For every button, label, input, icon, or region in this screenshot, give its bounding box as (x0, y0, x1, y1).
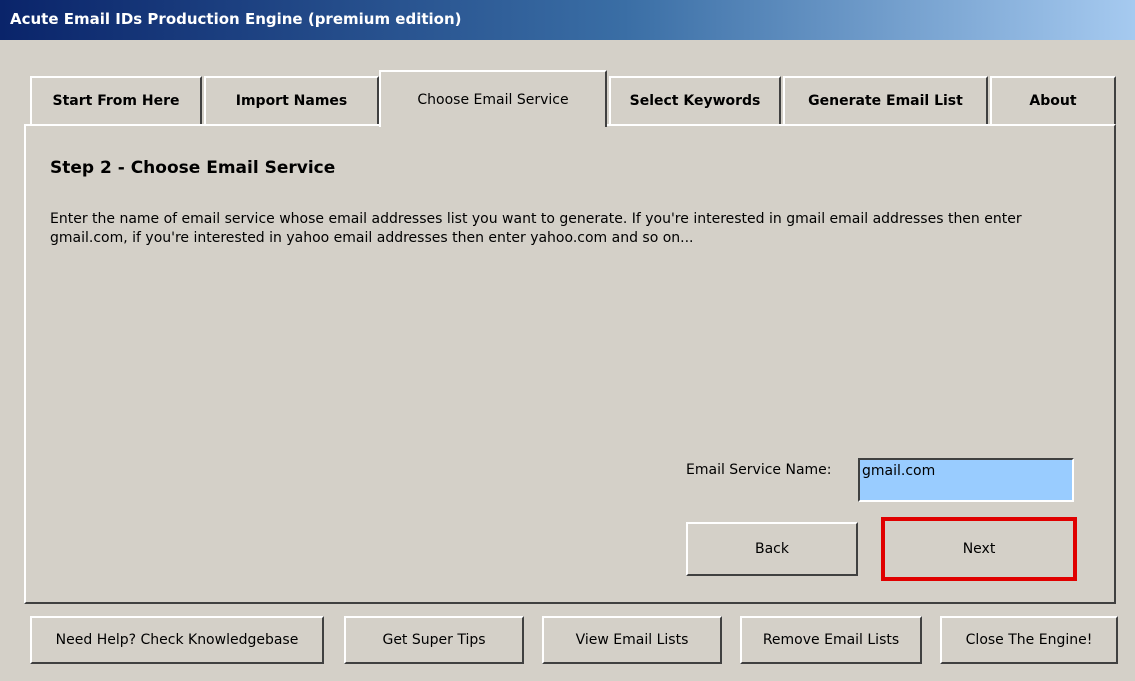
tab-label: Select Keywords (629, 93, 761, 109)
step-description: Enter the name of email service whose em… (50, 211, 1022, 246)
tab-label: Import Names (235, 93, 348, 109)
email-service-label: Email Service Name: (686, 462, 832, 478)
tab-label: Start From Here (52, 93, 180, 109)
tab-import-names[interactable]: Import Names (204, 76, 379, 124)
button-label: Close The Engine! (965, 632, 1093, 648)
next-button-label: Next (962, 541, 996, 557)
tab-label: Generate Email List (808, 93, 963, 109)
back-button[interactable]: Back (686, 522, 858, 576)
close-engine-button[interactable]: Close The Engine! (940, 616, 1118, 664)
tab-choose-email-service[interactable]: Choose Email Service (379, 70, 607, 127)
help-knowledgebase-button[interactable]: Need Help? Check Knowledgebase (30, 616, 324, 664)
tab-strip: Start From Here Import Names Choose Emai… (0, 0, 1135, 140)
button-label: View Email Lists (575, 632, 689, 648)
tab-about[interactable]: About (990, 76, 1116, 124)
bottom-button-bar: Need Help? Check Knowledgebase Get Super… (0, 610, 1135, 670)
tab-label: About (1029, 93, 1077, 109)
remove-email-lists-button[interactable]: Remove Email Lists (740, 616, 922, 664)
tab-start-from-here[interactable]: Start From Here (30, 76, 202, 124)
email-service-input[interactable] (858, 458, 1074, 502)
step-title: Step 2 - Choose Email Service (50, 158, 336, 178)
next-button[interactable]: Next (881, 517, 1077, 581)
back-button-label: Back (755, 541, 789, 557)
step-panel: Step 2 - Choose Email Service Enter the … (24, 124, 1116, 604)
tab-label: Choose Email Service (417, 91, 569, 108)
button-label: Remove Email Lists (762, 632, 900, 648)
button-label: Need Help? Check Knowledgebase (55, 632, 299, 648)
view-email-lists-button[interactable]: View Email Lists (542, 616, 722, 664)
tab-generate-email-list[interactable]: Generate Email List (783, 76, 988, 124)
tab-select-keywords[interactable]: Select Keywords (609, 76, 781, 124)
super-tips-button[interactable]: Get Super Tips (344, 616, 524, 664)
button-label: Get Super Tips (382, 632, 486, 648)
